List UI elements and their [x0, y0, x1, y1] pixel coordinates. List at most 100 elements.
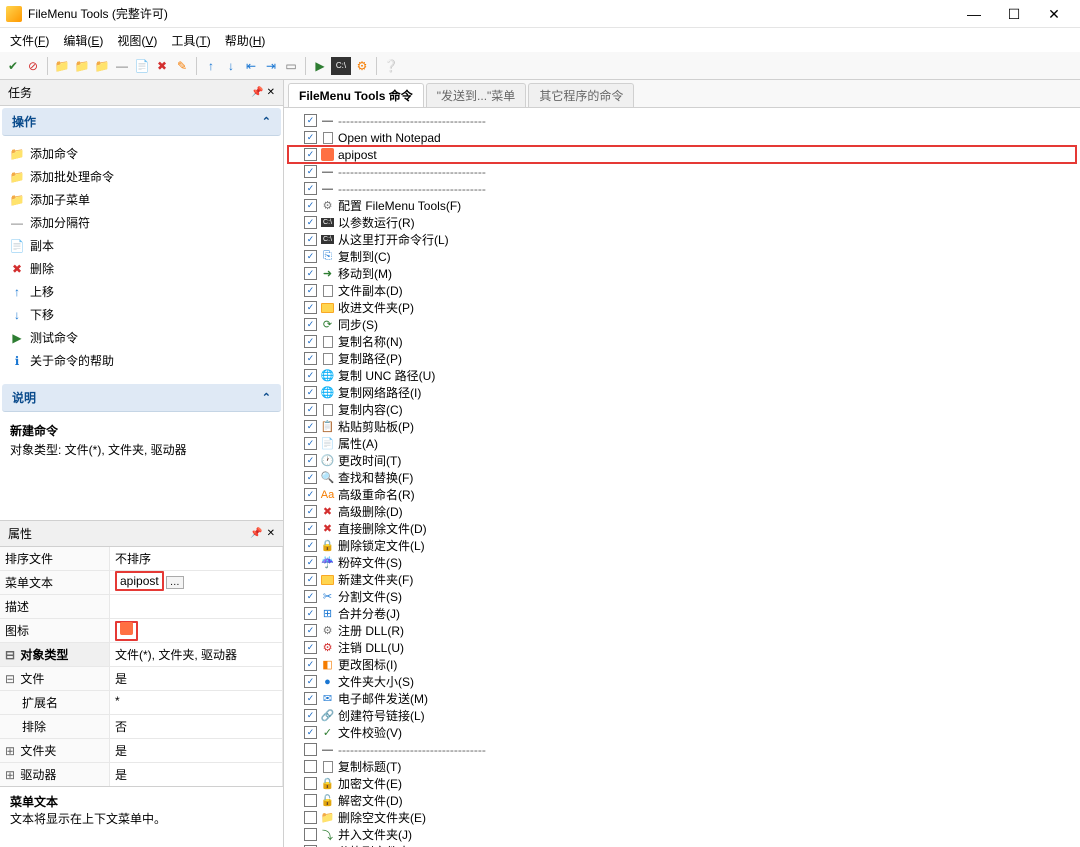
- checkbox[interactable]: ✓: [304, 182, 317, 195]
- checkbox[interactable]: [304, 794, 317, 807]
- checkbox[interactable]: ✓: [304, 199, 317, 212]
- op-item[interactable]: 📁添加命令: [4, 142, 279, 165]
- tree-row[interactable]: ✓复制名称(N): [288, 333, 1076, 350]
- delete-icon[interactable]: ✖: [153, 57, 171, 75]
- tree-row[interactable]: ✓✉电子邮件发送(M): [288, 690, 1076, 707]
- checkbox[interactable]: ✓: [304, 403, 317, 416]
- checkbox[interactable]: ✓: [304, 114, 317, 127]
- add-cmd-icon[interactable]: 📁: [53, 57, 71, 75]
- tree-row[interactable]: ✓🌐复制网络路径(I): [288, 384, 1076, 401]
- checkbox[interactable]: ✓: [304, 165, 317, 178]
- op-item[interactable]: ↑上移: [4, 280, 279, 303]
- checkbox[interactable]: ✓: [304, 335, 317, 348]
- checkbox[interactable]: ✓: [304, 624, 317, 637]
- tree-row[interactable]: ✓—-------------------------------------: [288, 163, 1076, 180]
- prop-value[interactable]: *: [110, 691, 283, 715]
- dash-icon[interactable]: ▭: [282, 57, 300, 75]
- down-icon[interactable]: ↓: [222, 57, 240, 75]
- checkbox[interactable]: ✓: [304, 709, 317, 722]
- tree-row[interactable]: ✓🕐更改时间(T): [288, 452, 1076, 469]
- checkbox[interactable]: ✓: [304, 216, 317, 229]
- tree-row[interactable]: ✓📋粘贴剪贴板(P): [288, 418, 1076, 435]
- tree-row[interactable]: ✓Open with Notepad: [288, 129, 1076, 146]
- add-submenu-icon[interactable]: 📁: [93, 57, 111, 75]
- close-icon[interactable]: ✕: [267, 528, 275, 539]
- checkbox[interactable]: ✓: [304, 692, 317, 705]
- menu-f[interactable]: 文件(F): [4, 30, 55, 51]
- checkbox[interactable]: ✓: [304, 590, 317, 603]
- tree-row[interactable]: ✓⟳同步(S): [288, 316, 1076, 333]
- checkbox[interactable]: ✓: [304, 369, 317, 382]
- tree-row[interactable]: ⤵并入文件夹(J): [288, 826, 1076, 843]
- checkbox[interactable]: ✓: [304, 505, 317, 518]
- tree-row[interactable]: ✓🔒删除锁定文件(L): [288, 537, 1076, 554]
- tree-row[interactable]: 复制标题(T): [288, 758, 1076, 775]
- tree-row[interactable]: ✓⎘复制到(C): [288, 248, 1076, 265]
- checkbox[interactable]: ✓: [304, 250, 317, 263]
- checkbox[interactable]: ✓: [304, 131, 317, 144]
- cmd-icon[interactable]: C:\: [331, 57, 351, 75]
- tree-row[interactable]: ✓●文件夹大小(S): [288, 673, 1076, 690]
- desc-section-header[interactable]: 说明 ⌃: [2, 384, 281, 412]
- tree-row[interactable]: ✓复制内容(C): [288, 401, 1076, 418]
- close-button[interactable]: ✕: [1034, 3, 1074, 25]
- copy-icon[interactable]: 📄: [133, 57, 151, 75]
- checkbox[interactable]: [304, 743, 317, 756]
- op-item[interactable]: 📁添加批处理命令: [4, 165, 279, 188]
- checkbox[interactable]: ✓: [304, 641, 317, 654]
- checkbox[interactable]: [304, 828, 317, 841]
- tree-row[interactable]: —-------------------------------------: [288, 741, 1076, 758]
- ellipsis-button[interactable]: …: [166, 576, 184, 589]
- tree-row[interactable]: ✓—-------------------------------------: [288, 180, 1076, 197]
- checkbox[interactable]: ✓: [304, 267, 317, 280]
- op-item[interactable]: 📄副本: [4, 234, 279, 257]
- prop-value[interactable]: [110, 619, 283, 643]
- add-sep-icon[interactable]: —: [113, 57, 131, 75]
- checkbox[interactable]: ✓: [304, 658, 317, 671]
- tree-row[interactable]: ✓✖直接删除文件(D): [288, 520, 1076, 537]
- tree-row[interactable]: ✓C:\以参数运行(R): [288, 214, 1076, 231]
- tree-row[interactable]: ✓✖高级删除(D): [288, 503, 1076, 520]
- checkbox[interactable]: ✓: [304, 420, 317, 433]
- checkbox[interactable]: ✓: [304, 284, 317, 297]
- tree-row[interactable]: ✓🔗创建符号链接(L): [288, 707, 1076, 724]
- prop-value[interactable]: [110, 595, 283, 619]
- cancel-icon[interactable]: ⊘: [24, 57, 42, 75]
- tree-row[interactable]: ✓复制路径(P): [288, 350, 1076, 367]
- checkbox[interactable]: ✓: [304, 471, 317, 484]
- tree-row[interactable]: ✓apipost: [288, 146, 1076, 163]
- prop-value[interactable]: 是: [110, 739, 283, 763]
- checkbox[interactable]: ✓: [304, 488, 317, 501]
- tree-row[interactable]: ✓新建文件夹(F): [288, 571, 1076, 588]
- pin-icon[interactable]: 📌: [250, 528, 262, 539]
- tree-row[interactable]: ✓📄属性(A): [288, 435, 1076, 452]
- op-item[interactable]: ▶测试命令: [4, 326, 279, 349]
- pin-icon[interactable]: 📌 ✕: [251, 87, 275, 98]
- menu-v[interactable]: 视图(V): [111, 30, 163, 51]
- prop-value[interactable]: 是: [110, 763, 283, 786]
- edit-icon[interactable]: ✎: [173, 57, 191, 75]
- prop-value[interactable]: 文件(*), 文件夹, 驱动器: [110, 643, 283, 667]
- help-icon[interactable]: ❔: [382, 57, 400, 75]
- tab[interactable]: 其它程序的命令: [528, 83, 634, 107]
- tree-row[interactable]: ✓⚙注销 DLL(U): [288, 639, 1076, 656]
- tree-row[interactable]: ✓✂分割文件(S): [288, 588, 1076, 605]
- prop-value[interactable]: 是: [110, 667, 283, 691]
- op-item[interactable]: 📁添加子菜单: [4, 188, 279, 211]
- tree-row[interactable]: ✓◧更改图标(I): [288, 656, 1076, 673]
- tree-row[interactable]: ✓☔粉碎文件(S): [288, 554, 1076, 571]
- menu-t[interactable]: 工具(T): [165, 30, 216, 51]
- tree-row[interactable]: ✓🌐复制 UNC 路径(U): [288, 367, 1076, 384]
- tab[interactable]: "发送到..."菜单: [426, 83, 527, 107]
- checkbox[interactable]: ✓: [304, 301, 317, 314]
- menu-e[interactable]: 编辑(E): [57, 30, 109, 51]
- tree-row[interactable]: 📁删除空文件夹(E): [288, 809, 1076, 826]
- prop-value[interactable]: 不排序: [110, 547, 283, 571]
- tab[interactable]: FileMenu Tools 命令: [288, 83, 424, 107]
- checkbox[interactable]: ✓: [304, 233, 317, 246]
- left-icon[interactable]: ⇤: [242, 57, 260, 75]
- checkbox[interactable]: [304, 811, 317, 824]
- checkbox[interactable]: ✓: [304, 726, 317, 739]
- op-item[interactable]: ✖删除: [4, 257, 279, 280]
- tree-row[interactable]: ✓✓文件校验(V): [288, 724, 1076, 741]
